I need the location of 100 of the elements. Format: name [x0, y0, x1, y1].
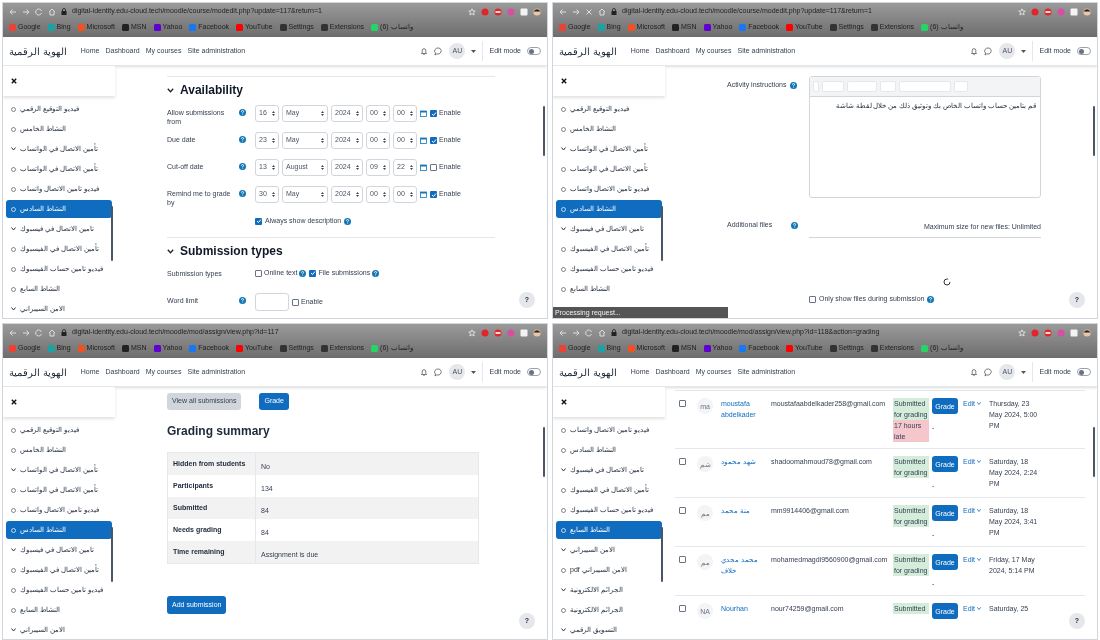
section-heading[interactable]: Availability: [180, 81, 243, 99]
home-icon[interactable]: [598, 7, 606, 16]
help-icon[interactable]: [299, 269, 307, 277]
close-icon[interactable]: [561, 78, 567, 84]
chevron-down-icon[interactable]: [561, 628, 566, 632]
star-icon[interactable]: [1018, 328, 1026, 337]
calendar-icon[interactable]: [420, 110, 427, 117]
chevron-down-icon[interactable]: [11, 468, 16, 472]
chevron-down-icon[interactable]: [11, 548, 16, 552]
checkbox[interactable]: [679, 556, 686, 563]
reload-icon[interactable]: [35, 328, 43, 337]
home-icon[interactable]: [48, 7, 56, 16]
star-icon[interactable]: [1018, 7, 1026, 16]
close-icon[interactable]: [11, 78, 17, 84]
section-heading[interactable]: Submission types: [180, 242, 283, 260]
profile-avatar-icon[interactable]: [1083, 7, 1091, 16]
chevron-down-icon[interactable]: [561, 588, 566, 592]
extension-icon[interactable]: [1044, 7, 1052, 16]
chat-bubble-icon[interactable]: [434, 367, 444, 377]
chat-bubble-icon[interactable]: [984, 367, 994, 377]
back-icon[interactable]: [559, 7, 567, 16]
word-limit-field[interactable]: [255, 293, 289, 311]
forward-icon[interactable]: [572, 7, 580, 16]
help-icon[interactable]: [239, 190, 246, 197]
forward-icon[interactable]: [22, 7, 30, 16]
edit-mode-toggle[interactable]: [527, 368, 541, 376]
star-icon[interactable]: [468, 328, 476, 337]
caret-icon[interactable]: [471, 370, 477, 374]
star-icon[interactable]: [468, 7, 476, 16]
chevron-down-icon[interactable]: [561, 147, 566, 151]
site-brand[interactable]: الهوية الرقمية: [9, 43, 67, 59]
site-brand[interactable]: الهوية الرقمية: [559, 364, 617, 380]
checkbox[interactable]: [809, 295, 816, 303]
notification-bell-icon[interactable]: [970, 367, 979, 377]
profile-avatar-icon[interactable]: [533, 7, 541, 16]
checkbox[interactable]: [679, 400, 686, 407]
caret-icon[interactable]: [471, 49, 477, 53]
scrollbar[interactable]: [1093, 427, 1095, 477]
help-icon[interactable]: [239, 136, 246, 143]
chat-bubble-icon[interactable]: [984, 46, 994, 56]
calendar-icon[interactable]: [420, 137, 427, 144]
caret-icon[interactable]: [1021, 49, 1027, 53]
home-icon[interactable]: [48, 328, 56, 337]
extension-icon[interactable]: [494, 328, 502, 337]
help-icon[interactable]: [789, 81, 797, 89]
chevron-down-icon[interactable]: [11, 147, 16, 151]
edit-mode-toggle[interactable]: [1077, 47, 1091, 55]
help-icon[interactable]: [239, 109, 246, 116]
checkbox[interactable]: [255, 269, 262, 277]
checkbox[interactable]: [430, 164, 437, 171]
chat-bubble-icon[interactable]: [434, 46, 444, 56]
edit-mode-toggle[interactable]: [1077, 368, 1091, 376]
scrollbar[interactable]: [543, 106, 545, 156]
checkbox[interactable]: [679, 458, 686, 465]
extension-icon[interactable]: [1044, 328, 1052, 337]
help-icon[interactable]: [927, 295, 935, 303]
help-icon[interactable]: [239, 297, 246, 304]
help-icon[interactable]: [372, 269, 380, 277]
site-brand[interactable]: الهوية الرقمية: [9, 364, 67, 380]
scrollbar[interactable]: [111, 206, 113, 261]
scrollbar[interactable]: [661, 206, 663, 261]
help-icon[interactable]: [344, 217, 352, 225]
checkbox[interactable]: [309, 269, 317, 277]
back-icon[interactable]: [9, 328, 17, 337]
chevron-down-icon[interactable]: [167, 248, 174, 254]
notification-bell-icon[interactable]: [420, 367, 429, 377]
chevron-down-icon[interactable]: [561, 468, 566, 472]
checkbox[interactable]: [255, 217, 262, 225]
checkbox[interactable]: [679, 507, 686, 514]
help-icon[interactable]: [791, 221, 799, 229]
scrollbar[interactable]: [1093, 106, 1095, 156]
back-icon[interactable]: [9, 7, 17, 16]
notification-bell-icon[interactable]: [970, 46, 979, 56]
checkbox[interactable]: [679, 605, 686, 612]
chevron-down-icon[interactable]: [11, 227, 16, 231]
reload-icon[interactable]: [585, 328, 593, 337]
profile-avatar-icon[interactable]: [533, 328, 541, 337]
scrollbar[interactable]: [543, 427, 545, 477]
chevron-down-icon[interactable]: [561, 548, 566, 552]
back-icon[interactable]: [559, 328, 567, 337]
scrollbar[interactable]: [111, 527, 113, 582]
extension-icon[interactable]: [494, 7, 502, 16]
close-icon[interactable]: [11, 399, 17, 405]
scrollbar[interactable]: [661, 527, 663, 582]
chevron-down-icon[interactable]: [561, 227, 566, 231]
forward-icon[interactable]: [22, 328, 30, 337]
calendar-icon[interactable]: [420, 164, 427, 171]
edit-mode-toggle[interactable]: [527, 47, 541, 55]
help-icon[interactable]: [239, 163, 246, 170]
profile-avatar-icon[interactable]: [1083, 328, 1091, 337]
caret-icon[interactable]: [1021, 370, 1027, 374]
home-icon[interactable]: [598, 328, 606, 337]
chevron-down-icon[interactable]: [11, 307, 16, 311]
chevron-down-icon[interactable]: [167, 87, 174, 93]
notification-bell-icon[interactable]: [420, 46, 429, 56]
forward-icon[interactable]: [572, 328, 580, 337]
site-brand[interactable]: الهوية الرقمية: [559, 43, 617, 59]
checkbox[interactable]: [292, 298, 299, 306]
close-icon[interactable]: [561, 399, 567, 405]
calendar-icon[interactable]: [420, 191, 427, 198]
